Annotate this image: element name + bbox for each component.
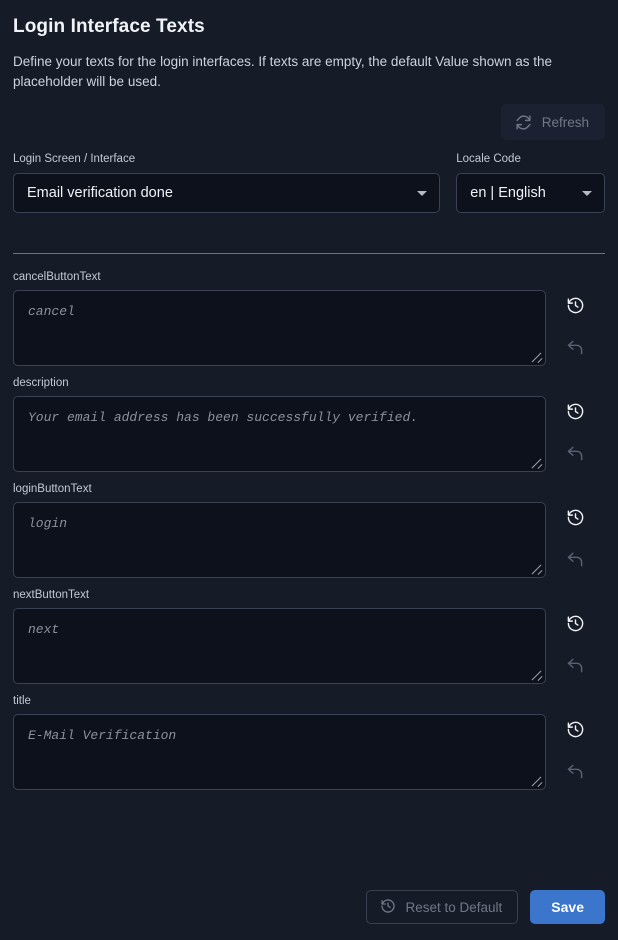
text-field-actions xyxy=(546,290,605,366)
text-field-input[interactable] xyxy=(13,502,546,578)
text-field-label: loginButtonText xyxy=(13,482,605,496)
text-field-input[interactable] xyxy=(13,290,546,366)
text-field-body xyxy=(13,502,605,578)
textarea-wrapper xyxy=(13,290,546,366)
login-screen-label: Login Screen / Interface xyxy=(13,152,440,166)
undo-arrow-icon xyxy=(565,770,586,785)
text-field-body xyxy=(13,608,605,684)
text-field-actions xyxy=(546,608,605,684)
field-undo-button[interactable] xyxy=(565,655,586,676)
text-field-label: description xyxy=(13,376,605,390)
locale-value: en | English xyxy=(470,185,546,201)
chevron-down-icon xyxy=(582,191,592,196)
login-screen-select[interactable]: Email verification done xyxy=(13,173,440,213)
clock-rewind-icon xyxy=(566,515,585,530)
field-history-button[interactable] xyxy=(566,614,585,633)
field-undo-button[interactable] xyxy=(565,549,586,570)
textarea-wrapper xyxy=(13,396,546,472)
text-field-input[interactable] xyxy=(13,396,546,472)
text-field-actions xyxy=(546,396,605,472)
field-undo-button[interactable] xyxy=(565,761,586,782)
refresh-icon xyxy=(515,114,532,131)
text-field-body xyxy=(13,290,605,366)
chevron-down-icon xyxy=(417,191,427,196)
locale-label: Locale Code xyxy=(456,152,605,166)
section-divider xyxy=(13,253,605,254)
selects-row: Login Screen / Interface Email verificat… xyxy=(13,152,605,213)
refresh-row: Refresh xyxy=(13,104,605,140)
text-field-label: cancelButtonText xyxy=(13,270,605,284)
page-title: Login Interface Texts xyxy=(13,0,605,40)
refresh-button[interactable]: Refresh xyxy=(501,104,605,140)
save-button[interactable]: Save xyxy=(530,890,605,924)
page-description: Define your texts for the login interfac… xyxy=(13,52,603,92)
field-undo-button[interactable] xyxy=(565,337,586,358)
text-field-label: title xyxy=(13,694,605,708)
textarea-wrapper xyxy=(13,502,546,578)
locale-select[interactable]: en | English xyxy=(456,173,605,213)
text-field-row: nextButtonText xyxy=(13,588,605,684)
clock-rewind-icon xyxy=(566,727,585,742)
undo-arrow-icon xyxy=(565,452,586,467)
field-history-button[interactable] xyxy=(566,508,585,527)
refresh-button-label: Refresh xyxy=(542,115,589,130)
text-field-row: description xyxy=(13,376,605,472)
text-fields-list: cancelButtonText xyxy=(13,270,605,790)
text-field-actions xyxy=(546,502,605,578)
field-history-button[interactable] xyxy=(566,720,585,739)
undo-arrow-icon xyxy=(565,558,586,573)
textarea-wrapper xyxy=(13,608,546,684)
field-history-button[interactable] xyxy=(566,296,585,315)
text-field-input[interactable] xyxy=(13,608,546,684)
text-field-row: cancelButtonText xyxy=(13,270,605,366)
text-field-row: loginButtonText xyxy=(13,482,605,578)
clock-rewind-icon xyxy=(566,621,585,636)
field-undo-button[interactable] xyxy=(565,443,586,464)
clock-rewind-icon xyxy=(566,409,585,424)
text-field-body xyxy=(13,714,605,790)
reset-to-default-button[interactable]: Reset to Default xyxy=(366,890,518,924)
footer-actions: Reset to Default Save xyxy=(13,890,605,924)
locale-select-group: Locale Code en | English xyxy=(456,152,605,213)
text-field-input[interactable] xyxy=(13,714,546,790)
login-interface-texts-page: Login Interface Texts Define your texts … xyxy=(0,0,618,940)
text-field-row: title xyxy=(13,694,605,790)
clock-rewind-icon xyxy=(380,898,396,917)
text-field-label: nextButtonText xyxy=(13,588,605,602)
login-screen-value: Email verification done xyxy=(27,185,173,201)
login-screen-select-group: Login Screen / Interface Email verificat… xyxy=(13,152,440,213)
clock-rewind-icon xyxy=(566,303,585,318)
undo-arrow-icon xyxy=(565,346,586,361)
textarea-wrapper xyxy=(13,714,546,790)
text-field-body xyxy=(13,396,605,472)
field-history-button[interactable] xyxy=(566,402,585,421)
reset-to-default-label: Reset to Default xyxy=(405,900,502,915)
undo-arrow-icon xyxy=(565,664,586,679)
text-field-actions xyxy=(546,714,605,790)
